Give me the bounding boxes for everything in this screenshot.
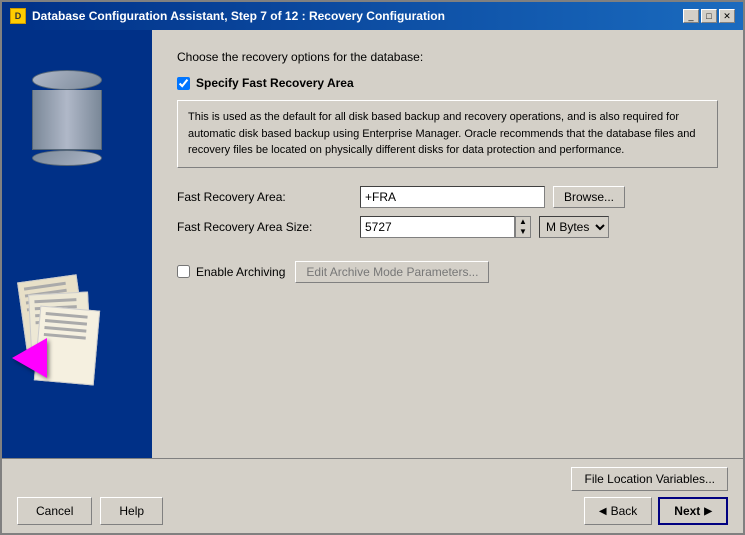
- database-cylinder-icon: [32, 70, 102, 150]
- fast-recovery-size-input[interactable]: [360, 216, 515, 238]
- left-panel: [2, 30, 152, 458]
- help-button[interactable]: Help: [100, 497, 163, 525]
- enable-archiving-label[interactable]: Enable Archiving: [196, 265, 285, 279]
- back-button-label: Back: [611, 504, 638, 518]
- fast-recovery-size-row: Fast Recovery Area Size: ▲ ▼ M Bytes G B…: [177, 216, 718, 238]
- nav-left-buttons: Cancel Help: [17, 497, 163, 525]
- prompt-text: Choose the recovery options for the data…: [177, 50, 718, 64]
- enable-archiving-checkbox[interactable]: [177, 265, 190, 278]
- next-arrow-icon: ▶: [704, 506, 712, 517]
- size-input-group: ▲ ▼: [360, 216, 531, 238]
- fast-recovery-area-input[interactable]: [360, 186, 545, 208]
- file-location-button[interactable]: File Location Variables...: [571, 467, 728, 491]
- size-units-select[interactable]: M Bytes G Bytes: [539, 216, 609, 238]
- nav-right-buttons: ◀ Back Next ▶: [584, 497, 728, 525]
- right-panel: Choose the recovery options for the data…: [152, 30, 743, 458]
- content-area: Choose the recovery options for the data…: [2, 30, 743, 458]
- bottom-bar: File Location Variables... Cancel Help ◀…: [2, 458, 743, 533]
- archive-checkbox-row: Enable Archiving: [177, 265, 285, 279]
- fast-recovery-area-label: Fast Recovery Area:: [177, 190, 352, 204]
- archiving-row: Enable Archiving Edit Archive Mode Param…: [177, 261, 718, 283]
- next-button-label: Next: [674, 504, 700, 518]
- next-button[interactable]: Next ▶: [658, 497, 728, 525]
- navigation-row: Cancel Help ◀ Back Next ▶: [17, 497, 728, 525]
- main-window: D Database Configuration Assistant, Step…: [0, 0, 745, 535]
- spinner-up-button[interactable]: ▲: [516, 217, 530, 227]
- arrow-icon: [12, 338, 47, 378]
- title-buttons: _ □ ✕: [683, 9, 735, 23]
- size-spinner: ▲ ▼: [515, 216, 531, 238]
- browse-button[interactable]: Browse...: [553, 186, 625, 208]
- close-button[interactable]: ✕: [719, 9, 735, 23]
- fast-recovery-size-label: Fast Recovery Area Size:: [177, 220, 352, 234]
- fast-recovery-checkbox-row: Specify Fast Recovery Area: [177, 76, 718, 90]
- window-title: Database Configuration Assistant, Step 7…: [32, 9, 445, 23]
- cancel-button[interactable]: Cancel: [17, 497, 92, 525]
- fast-recovery-area-row: Fast Recovery Area: Browse...: [177, 186, 718, 208]
- fast-recovery-checkbox-label[interactable]: Specify Fast Recovery Area: [196, 76, 354, 90]
- description-text: This is used as the default for all disk…: [177, 100, 718, 168]
- app-icon: D: [10, 8, 26, 24]
- minimize-button[interactable]: _: [683, 9, 699, 23]
- title-bar: D Database Configuration Assistant, Step…: [2, 2, 743, 30]
- file-location-row: File Location Variables...: [17, 467, 728, 491]
- edit-archive-mode-button[interactable]: Edit Archive Mode Parameters...: [295, 261, 489, 283]
- restore-button[interactable]: □: [701, 9, 717, 23]
- fast-recovery-checkbox[interactable]: [177, 77, 190, 90]
- back-button[interactable]: ◀ Back: [584, 497, 652, 525]
- back-arrow-icon: ◀: [599, 506, 607, 517]
- left-panel-illustration: [2, 30, 152, 458]
- spinner-down-button[interactable]: ▼: [516, 227, 530, 237]
